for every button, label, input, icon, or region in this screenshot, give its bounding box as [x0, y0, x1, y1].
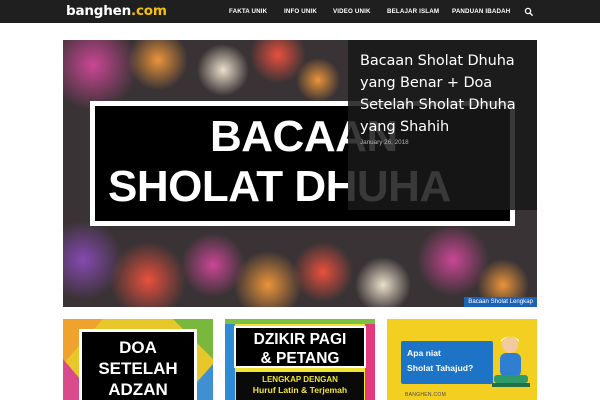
logo-text: banghen — [66, 3, 132, 19]
thumbnail-text-box: DOA SETELAH ADZAN — [79, 329, 197, 400]
nav-item-belajar-islam[interactable]: BELAJAR ISLAM — [387, 0, 439, 23]
thumbnail-subtitle-line: LENGKAP DENGAN — [262, 375, 338, 384]
nav-item-video-unik[interactable]: VIDEO UNIK — [333, 0, 371, 23]
thumbnail-text-line: ADZAN — [108, 380, 168, 399]
nav-item-panduan-ibadah[interactable]: PANDUAN IBADAH — [452, 0, 510, 23]
thumbnail-text-line: & PETANG — [260, 350, 340, 367]
post-thumbnail-dzikir-pagi-petang[interactable]: DZIKIR PAGI & PETANG LENGKAP DENGAN Huru… — [225, 319, 375, 400]
thumbnail-text-line: Sholat Tahajud? — [407, 363, 474, 373]
featured-post-date: January 26, 2018 — [360, 139, 409, 146]
featured-post-title[interactable]: Bacaan Sholat Dhuha yang Benar + Doa Set… — [360, 50, 536, 138]
thumbnail-watermark: BANGHEN.COM — [405, 392, 447, 398]
post-thumbnail-doa-setelah-adzan[interactable]: DOA SETELAH ADZAN — [63, 319, 213, 400]
search-button[interactable] — [522, 5, 536, 19]
category-badge[interactable]: Bacaan Sholat Lengkap — [464, 297, 537, 307]
featured-slider[interactable]: BACAAN SHOLAT DHUHA Bacaan Sholat Dhuha … — [63, 40, 537, 307]
thumbnail-question-card: Apa niat Sholat Tahajud? — [401, 341, 493, 384]
thumbnail-text-line: Apa niat — [407, 348, 441, 358]
post-thumbnail-niat-sholat-tahajud[interactable]: Apa niat Sholat Tahajud? BANGHEN.COM — [387, 319, 537, 400]
thumbnail-text-line: DOA — [119, 338, 157, 357]
top-navigation-bar: banghen.com FAKTA UNIK INFO UNIK VIDEO U… — [0, 0, 600, 23]
praying-person-illustration — [492, 336, 530, 387]
thumbnail-text-box: DZIKIR PAGI & PETANG — [234, 326, 366, 368]
thumbnail-subtitle-line: Huruf Latin & Terjemah — [252, 385, 348, 395]
search-icon — [524, 7, 533, 16]
thumbnail-subtitle-box: LENGKAP DENGAN Huruf Latin & Terjemah — [236, 372, 364, 400]
site-logo[interactable]: banghen.com — [66, 2, 167, 21]
nav-item-info-unik[interactable]: INFO UNIK — [284, 0, 317, 23]
nav-item-fakta-unik[interactable]: FAKTA UNIK — [229, 0, 267, 23]
thumbnail-text-line: SETELAH — [98, 359, 178, 378]
thumbnail-text-line: DZIKIR PAGI — [253, 331, 347, 348]
logo-domain: .com — [131, 3, 167, 19]
